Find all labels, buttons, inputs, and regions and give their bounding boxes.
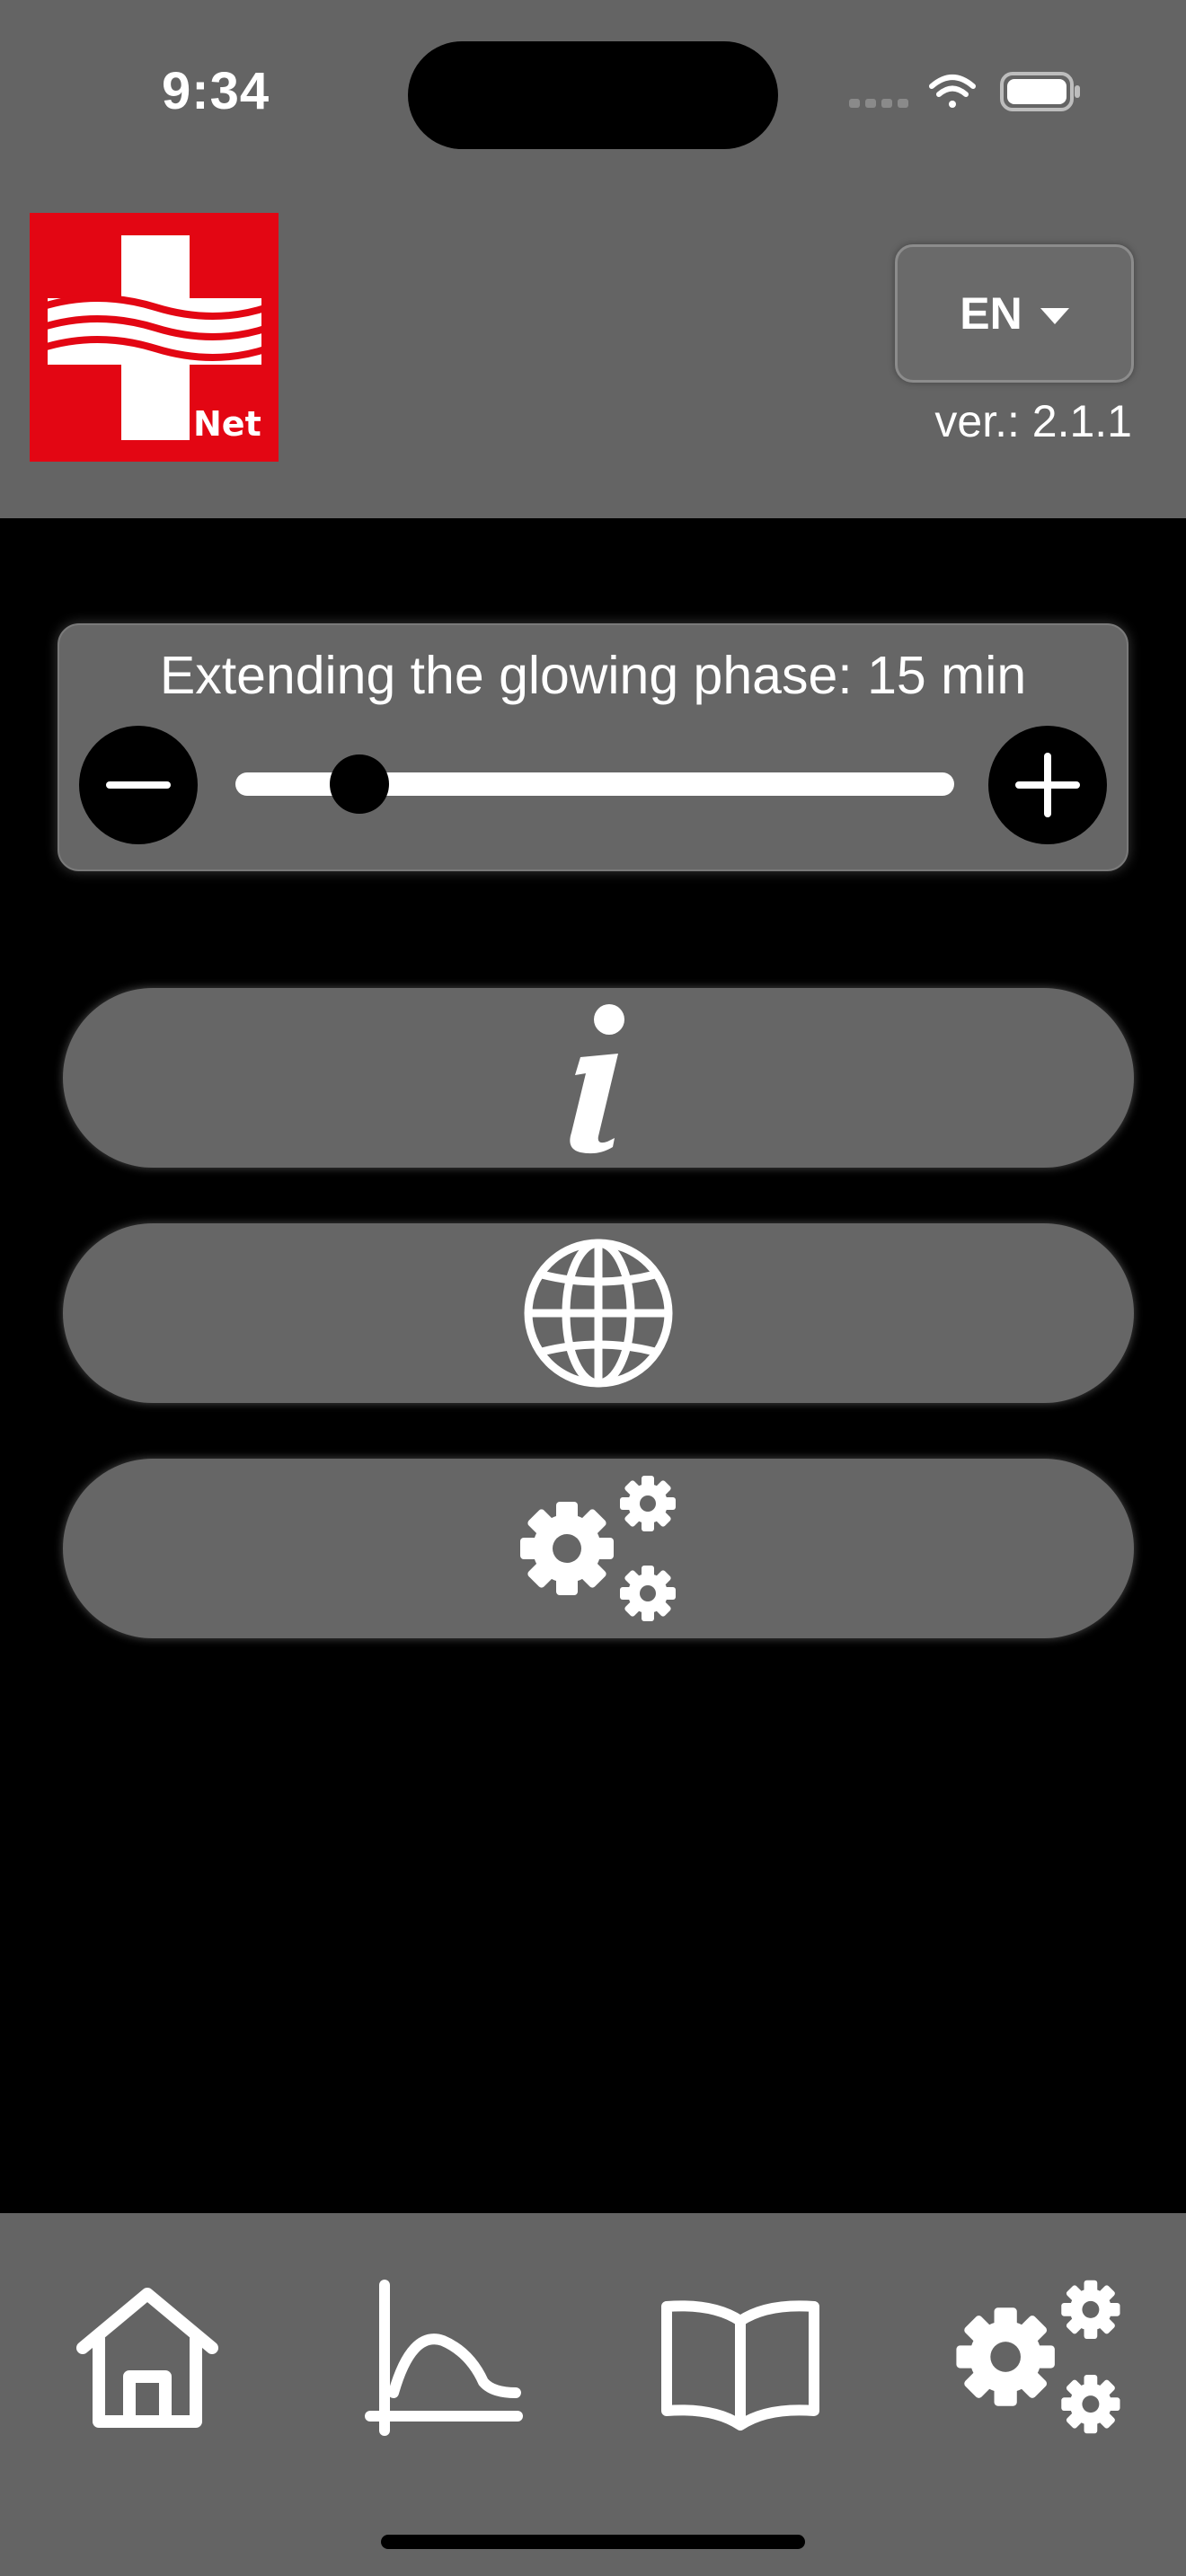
- signal-dots-icon: [849, 99, 908, 108]
- version-label: ver.: 2.1.1: [934, 396, 1132, 446]
- glow-phase-label: Extending the glowing phase: 15 min: [159, 646, 1027, 705]
- language-code: EN: [960, 288, 1022, 339]
- gears-icon: [520, 1476, 676, 1621]
- logo-text: Net: [193, 404, 261, 444]
- decrease-button[interactable]: [79, 726, 198, 844]
- website-button[interactable]: [63, 1223, 1134, 1403]
- wifi-icon: [929, 75, 976, 108]
- book-icon: [661, 2300, 819, 2430]
- app-logo: Net: [30, 213, 279, 462]
- language-selector[interactable]: EN: [895, 244, 1134, 383]
- glow-phase-panel: Extending the glowing phase: 15 min: [58, 623, 1128, 871]
- tab-manual[interactable]: [651, 2276, 830, 2438]
- dynamic-island: [408, 41, 778, 149]
- globe-icon: [524, 1239, 673, 1388]
- increase-button[interactable]: [988, 726, 1107, 844]
- tab-bar: [0, 2213, 1186, 2576]
- app-header: 9:34 Net EN ver.: 2.1.1: [0, 0, 1186, 518]
- tab-settings[interactable]: [949, 2276, 1128, 2438]
- chart-icon: [365, 2280, 523, 2436]
- home-indicator[interactable]: [381, 2535, 805, 2549]
- battery-icon: [1000, 72, 1080, 111]
- tab-chart[interactable]: [358, 2276, 537, 2438]
- tab-home[interactable]: [58, 2276, 237, 2438]
- minus-icon: [106, 781, 171, 789]
- chevron-down-icon: [1040, 308, 1069, 324]
- settings-gears-icon: [956, 2280, 1120, 2434]
- settings-button[interactable]: [63, 1459, 1134, 1638]
- home-icon: [76, 2288, 218, 2428]
- glow-slider-thumb[interactable]: [330, 754, 389, 814]
- info-button[interactable]: [63, 988, 1134, 1168]
- status-icons: [849, 72, 1080, 111]
- info-icon: [570, 1004, 624, 1154]
- status-time: 9:34: [162, 62, 270, 120]
- plus-icon: [1015, 753, 1080, 817]
